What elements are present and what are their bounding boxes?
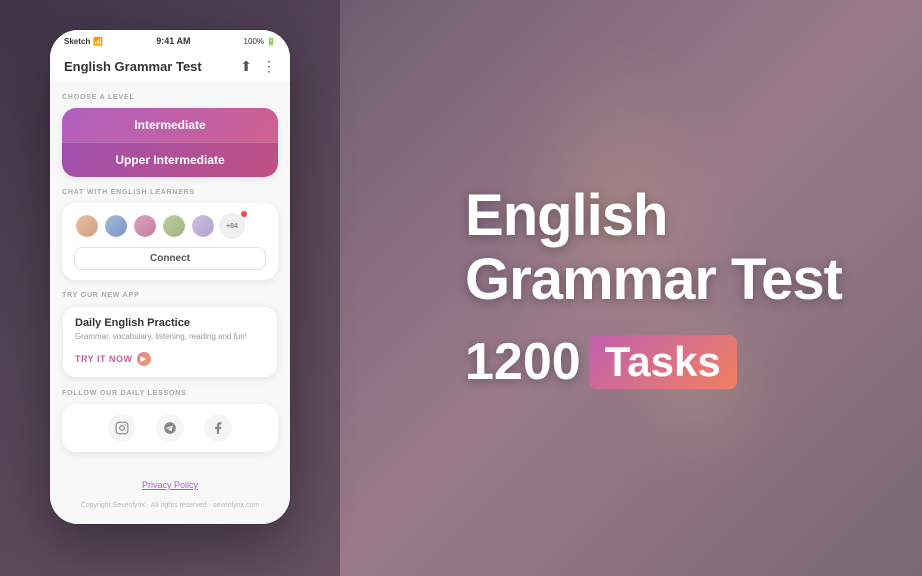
avatar-3 xyxy=(132,213,158,239)
avatars-row: +84 xyxy=(74,213,266,239)
chat-card: +84 Connect xyxy=(62,203,278,280)
avatar-1 xyxy=(74,213,100,239)
tasks-label: Tasks xyxy=(605,338,721,385)
status-time: 9:41 AM xyxy=(156,36,190,46)
try-app-title: Daily English Practice xyxy=(75,317,265,329)
avatar-circle-4 xyxy=(163,215,185,237)
hero-title-line2: Grammar Test xyxy=(465,247,842,312)
try-app-card: Daily English Practice Grammar, vocabula… xyxy=(62,306,278,378)
connect-button[interactable]: Connect xyxy=(74,247,266,270)
avatar-4 xyxy=(161,213,187,239)
phone-mockup: Sketch 📶 9:41 AM 100% 🔋 English Grammar … xyxy=(50,30,290,524)
copyright-text: Copyright Sevenlynx · All rights reserve… xyxy=(81,502,260,509)
status-left: Sketch 📶 xyxy=(64,37,103,46)
chat-label: CHAT WITH ENGLISH LEARNERS xyxy=(62,189,278,196)
privacy-policy-link[interactable]: Privacy Policy xyxy=(62,480,278,490)
header-icons: ⬆ ⋮ xyxy=(240,58,276,75)
hero-title-line1: English xyxy=(465,183,667,248)
wifi-icon: 📶 xyxy=(93,37,103,46)
status-right: 100% 🔋 xyxy=(244,37,276,46)
carrier-text: Sketch xyxy=(64,37,90,46)
app-content: CHOOSE A LEVEL Intermediate Upper Interm… xyxy=(50,84,290,472)
plus-count: +84 xyxy=(226,223,238,230)
choose-level-label: CHOOSE A LEVEL xyxy=(62,94,278,101)
try-app-section: TRY OUR NEW APP Daily English Practice G… xyxy=(62,292,278,378)
level-card: Intermediate Upper Intermediate xyxy=(62,108,278,177)
avatar-circle-5 xyxy=(192,215,214,237)
try-app-label: TRY OUR NEW APP xyxy=(62,292,278,299)
try-it-text: TRY IT NOW xyxy=(75,354,133,364)
app-header: English Grammar Test ⬆ ⋮ xyxy=(50,50,290,84)
avatar-2 xyxy=(103,213,129,239)
follow-section: FOLLOW OUR DAILY LESSONS xyxy=(62,390,278,452)
subtitle-row: 1200 Tasks xyxy=(465,332,842,392)
play-icon: ▶ xyxy=(137,352,151,366)
intermediate-button[interactable]: Intermediate xyxy=(62,108,278,142)
telegram-icon[interactable] xyxy=(156,414,184,442)
facebook-icon[interactable] xyxy=(204,414,232,442)
avatar-circle-3 xyxy=(134,215,156,237)
tasks-badge: Tasks xyxy=(589,335,737,389)
social-icons-row xyxy=(74,414,266,442)
hero-content: English Grammar Test 1200 Tasks xyxy=(465,184,842,392)
battery-text: 100% xyxy=(244,37,264,46)
try-it-now-button[interactable]: TRY IT NOW ▶ xyxy=(75,352,151,366)
instagram-icon[interactable] xyxy=(108,414,136,442)
try-app-description: Grammar, vocabulary, listening, reading … xyxy=(75,332,265,341)
upper-intermediate-button[interactable]: Upper Intermediate xyxy=(62,142,278,177)
avatar-5 xyxy=(190,213,216,239)
hero-title: English Grammar Test xyxy=(465,184,842,312)
phone-footer: Privacy Policy Copyright Sevenlynx · All… xyxy=(50,472,290,524)
avatar-circle-1 xyxy=(76,215,98,237)
avatar-more: +84 xyxy=(219,213,245,239)
notification-dot xyxy=(241,211,247,217)
share-icon[interactable]: ⬆ xyxy=(240,58,252,75)
app-title: English Grammar Test xyxy=(64,59,202,74)
battery-icon: 🔋 xyxy=(266,37,276,46)
chat-section: CHAT WITH ENGLISH LEARNERS xyxy=(62,189,278,280)
status-bar: Sketch 📶 9:41 AM 100% 🔋 xyxy=(50,30,290,50)
level-section: CHOOSE A LEVEL Intermediate Upper Interm… xyxy=(62,94,278,177)
phone-frame: Sketch 📶 9:41 AM 100% 🔋 English Grammar … xyxy=(50,30,290,524)
follow-label: FOLLOW OUR DAILY LESSONS xyxy=(62,390,278,397)
avatar-circle-2 xyxy=(105,215,127,237)
social-card xyxy=(62,404,278,452)
tasks-number: 1200 xyxy=(465,332,581,392)
more-icon[interactable]: ⋮ xyxy=(262,58,276,75)
